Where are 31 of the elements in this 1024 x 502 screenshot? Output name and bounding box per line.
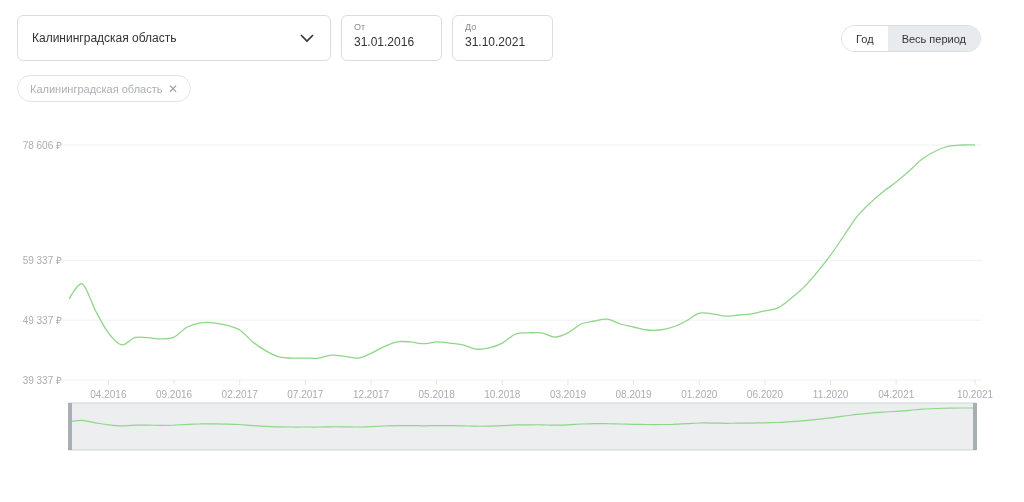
x-axis-label: 06.2020 bbox=[746, 389, 783, 400]
x-axis-label: 08.2019 bbox=[615, 389, 652, 400]
x-axis-label: 10.2021 bbox=[956, 389, 994, 400]
period-option[interactable]: Весь период bbox=[887, 26, 980, 51]
field-label: До bbox=[465, 22, 478, 32]
x-axis-label: 09.2016 bbox=[155, 389, 193, 400]
x-axis-label: 03.2019 bbox=[549, 389, 587, 400]
x-axis-label: 10.2018 bbox=[484, 389, 521, 400]
x-axis-label: 04.2021 bbox=[878, 389, 915, 400]
date-value: 31.10.2021 bbox=[465, 35, 527, 49]
range-handle[interactable] bbox=[973, 403, 977, 450]
x-axis-label: 02.2017 bbox=[221, 389, 258, 400]
range-handle[interactable] bbox=[68, 403, 72, 450]
range-navigator[interactable] bbox=[68, 402, 977, 451]
x-axis-label: 05.2018 bbox=[418, 389, 455, 400]
y-axis-label: 49 337 ₽ bbox=[22, 315, 62, 327]
field-label: От bbox=[354, 22, 367, 32]
x-axis-label: 01.2020 bbox=[681, 389, 718, 400]
y-axis-label: 39 337 ₽ bbox=[22, 375, 62, 386]
x-axis-label: 12.2017 bbox=[352, 389, 390, 400]
y-axis-label: 78 606 ₽ bbox=[22, 140, 62, 151]
date-field[interactable]: От 31.01.2016 bbox=[341, 15, 442, 61]
x-axis-label: 07.2017 bbox=[287, 389, 324, 400]
chevron-down-icon bbox=[300, 33, 314, 43]
x-axis-label: 04.2016 bbox=[90, 389, 127, 400]
date-value: 31.01.2016 bbox=[354, 35, 416, 49]
chip-label: Калининградская область bbox=[30, 82, 163, 95]
x-axis-label: 11.2020 bbox=[812, 389, 849, 400]
date-field[interactable]: До 31.10.2021 bbox=[452, 15, 553, 61]
y-axis-label: 59 337 ₽ bbox=[22, 255, 62, 267]
region-select[interactable]: Калининградская область bbox=[17, 15, 331, 61]
